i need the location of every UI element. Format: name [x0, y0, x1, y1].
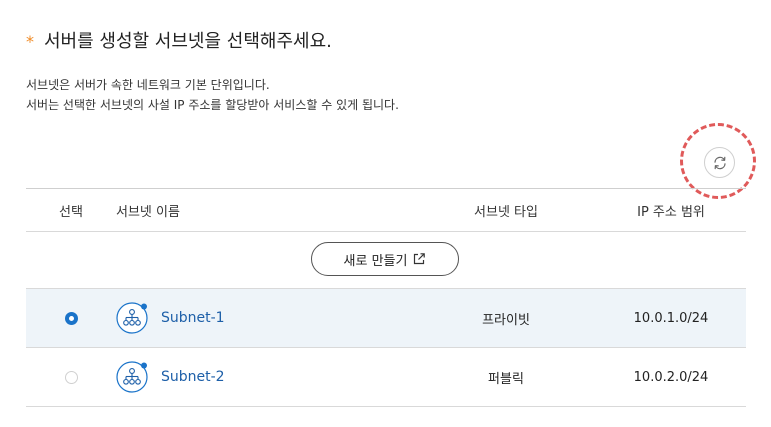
subnet-network-icon: [116, 302, 148, 334]
header-select: 선택: [59, 204, 83, 220]
subnet-name-cell: Subnet-1: [116, 289, 416, 347]
table-row[interactable]: Subnet-1 프라이빗 10.0.1.0/24: [26, 289, 746, 348]
subnet-type-cell: 프라이빗: [482, 312, 530, 328]
subnet-name-cell: Subnet-2: [116, 348, 416, 406]
external-link-icon: [414, 253, 426, 265]
page-title: * 서버를 생성할 서브넷을 선택해주세요.: [26, 27, 332, 53]
select-cell: [26, 289, 116, 347]
create-new-subnet-label: 새로 만들기: [343, 253, 408, 269]
create-subnet-row: 새로 만들기: [26, 232, 746, 289]
subnet-1-radio[interactable]: [64, 311, 78, 325]
subnet-2-name-link[interactable]: Subnet-2: [161, 369, 225, 385]
subnet-network-icon: [116, 361, 148, 393]
description: 서브넷은 서버가 속한 네트워크 기본 단위입니다. 서버는 선택한 서브넷의 …: [26, 75, 399, 115]
header-subnet-type: 서브넷 타입: [474, 204, 538, 220]
description-line-1: 서브넷은 서버가 속한 네트워크 기본 단위입니다.: [26, 78, 270, 92]
description-line-2: 서버는 선택한 서브넷의 사설 IP 주소를 할당받아 서비스할 수 있게 됩니…: [26, 98, 399, 112]
ip-range-cell: 10.0.1.0/24: [633, 310, 709, 326]
subnet-2-radio[interactable]: [64, 370, 78, 384]
table-header-row: 선택 서브넷 이름 서브넷 타입 IP 주소 범위: [26, 189, 746, 232]
subnet-table: 선택 서브넷 이름 서브넷 타입 IP 주소 범위 새로 만들기 Subnet-…: [26, 188, 746, 407]
table-row[interactable]: Subnet-2 퍼블릭 10.0.2.0/24: [26, 348, 746, 407]
ip-range-cell: 10.0.2.0/24: [633, 369, 709, 385]
refresh-icon: [713, 156, 726, 169]
subnet-1-name-link[interactable]: Subnet-1: [161, 310, 225, 326]
refresh-button[interactable]: [704, 147, 735, 178]
subnet-type-cell: 퍼블릭: [488, 371, 524, 387]
header-ip-range: IP 주소 범위: [637, 204, 705, 220]
required-star: *: [26, 32, 34, 51]
select-cell: [26, 348, 116, 406]
create-new-subnet-button[interactable]: 새로 만들기: [311, 242, 459, 276]
page-title-text: 서버를 생성할 서브넷을 선택해주세요.: [44, 31, 332, 52]
header-subnet-name: 서브넷 이름: [116, 204, 180, 220]
